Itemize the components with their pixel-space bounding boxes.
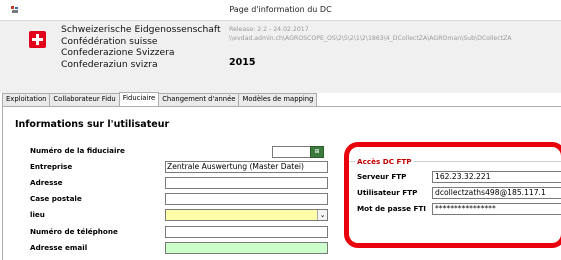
tab-bar: Exploitation Collaborateur Fidu Fiduciai… — [2, 92, 318, 106]
chevron-down-icon[interactable]: ⌄ — [317, 210, 327, 220]
telephone-label: Numéro de téléphone — [30, 227, 118, 236]
tab-changement-annee[interactable]: Changement d'année — [158, 93, 240, 106]
release-path: \\evdad.admin.ch\AGROSCOPE_OS\2\5\2\1\2\… — [229, 35, 512, 42]
tab-exploitation[interactable]: Exploitation — [2, 93, 51, 106]
user-info-title: Informations sur l'utilisateur — [15, 119, 170, 130]
release-version: Release: 2.2 - 24.02.2017 — [229, 26, 309, 33]
numero-fiduciaire-label: Numéro de la fiduciaire — [30, 146, 125, 155]
tab-collaborateur-fidu[interactable]: Collaborateur Fidu — [49, 93, 120, 106]
confederation-name: Schweizerische Eidgenossenschaft Confédé… — [61, 24, 221, 70]
adresse-label: Adresse — [30, 178, 63, 187]
release-info: Release: 2.2 - 24.02.2017 \\evdad.admin.… — [229, 25, 512, 43]
window-titlebar: Page d'information du DC — [0, 0, 561, 21]
fiduciaire-lookup-button[interactable]: ⊞ — [310, 146, 324, 158]
entreprise-label: Entreprise — [30, 162, 73, 171]
email-label: Adresse email — [30, 243, 88, 252]
lieu-label: lieu — [30, 210, 45, 219]
tab-fiduciaire[interactable]: Fiduciaire — [118, 92, 160, 106]
swiss-flag-icon — [29, 31, 46, 48]
highlight-annotation — [344, 142, 561, 248]
window-title: Page d'information du DC — [229, 5, 332, 14]
app-header: Schweizerische Eidgenossenschaft Confédé… — [0, 21, 561, 93]
tab-modeles-mapping[interactable]: Modèles de mapping — [238, 93, 318, 106]
telephone-field[interactable] — [165, 226, 328, 238]
case-postale-field[interactable] — [165, 193, 328, 205]
lieu-combobox[interactable]: ⌄ — [165, 209, 328, 221]
adresse-field[interactable] — [165, 177, 328, 189]
year-label: 2015 — [229, 57, 256, 68]
email-field[interactable] — [165, 242, 328, 254]
case-postale-label: Case postale — [30, 194, 82, 203]
entreprise-field[interactable]: Zentrale Auswertung (Master Datei) — [165, 161, 328, 173]
